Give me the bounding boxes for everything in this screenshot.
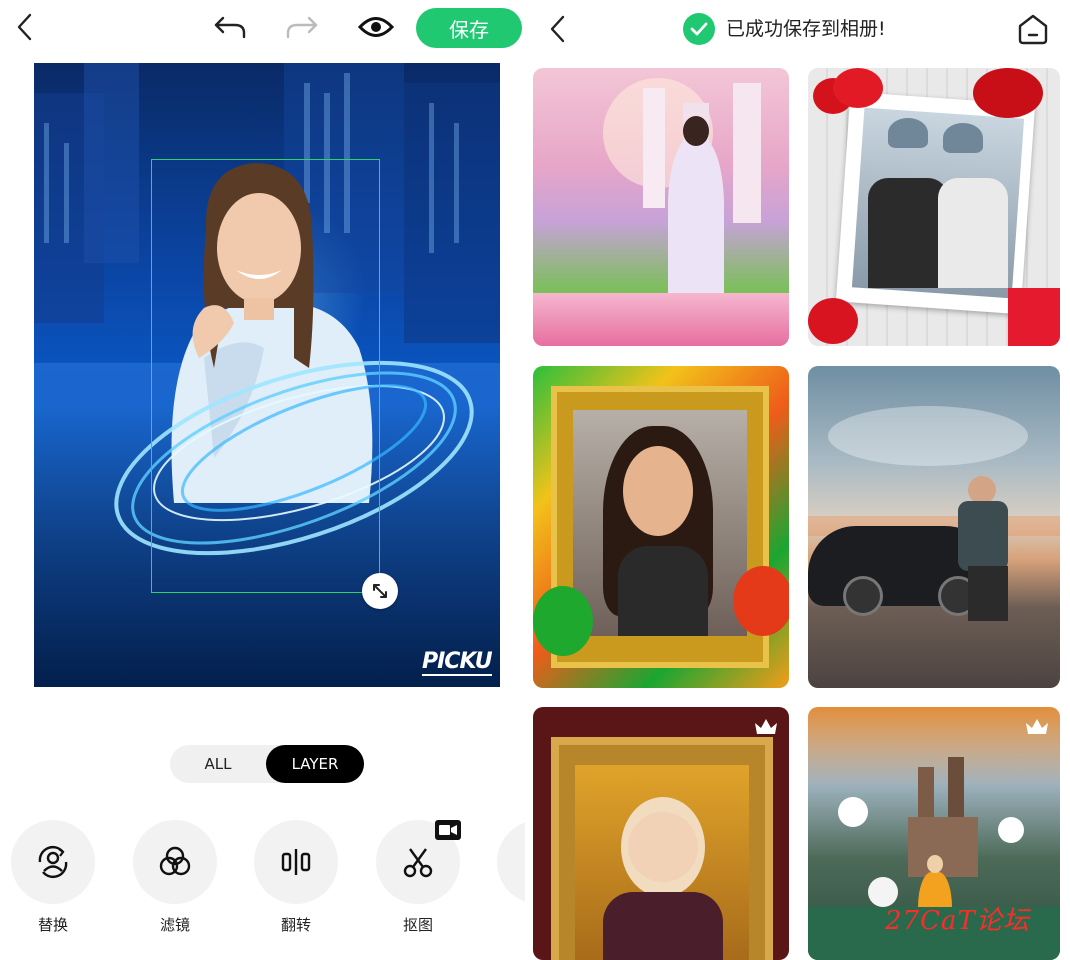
template-card-baroque-frame[interactable] (533, 707, 789, 960)
editor-panel: 保存 PICKU ALL LAYER 替换 滤镜 翻转 抠图 (0, 0, 525, 960)
eye-icon[interactable] (355, 10, 397, 44)
check-circle-icon (683, 13, 715, 45)
tool-more[interactable] (497, 820, 525, 904)
back-icon[interactable] (8, 10, 42, 44)
success-message: 已成功保存到相册! (726, 18, 886, 40)
tool-replace[interactable]: 替换 (11, 820, 95, 935)
template-card-car[interactable] (808, 366, 1060, 688)
save-button[interactable]: 保存 (416, 8, 522, 48)
tool-filter[interactable]: 滤镜 (133, 820, 217, 935)
tool-flip[interactable]: 翻转 (254, 820, 338, 935)
back-icon[interactable] (541, 12, 575, 46)
replace-person-icon (11, 820, 95, 904)
redo-icon[interactable] (282, 10, 322, 44)
tool-label: 翻转 (280, 916, 311, 934)
layer-toggle: ALL LAYER (170, 745, 364, 783)
tool-label: 抠图 (402, 916, 433, 934)
editor-canvas[interactable]: PICKU (34, 63, 500, 687)
toggle-layer[interactable]: LAYER (266, 745, 364, 783)
template-card-golden-frame[interactable] (533, 366, 789, 688)
template-card-castle[interactable] (533, 68, 789, 346)
video-badge-icon (435, 820, 461, 840)
toggle-all[interactable]: ALL (170, 745, 266, 783)
home-icon[interactable] (1015, 12, 1051, 46)
undo-icon[interactable] (210, 10, 250, 44)
watermark: 27CaT论坛 (885, 906, 1030, 936)
gallery-panel: 已成功保存到相册! 27CaT论坛 (533, 0, 1070, 960)
crown-icon (753, 717, 779, 737)
crown-icon (1024, 717, 1050, 737)
selection-box[interactable] (151, 159, 380, 593)
template-card-hearts[interactable] (808, 68, 1060, 346)
picku-logo: PICKU (422, 649, 493, 676)
flip-icon (254, 820, 338, 904)
filter-circles-icon (133, 820, 217, 904)
resize-handle-icon[interactable] (362, 573, 398, 609)
tool-label: 滤镜 (159, 916, 190, 934)
tool-label: 替换 (37, 916, 68, 934)
